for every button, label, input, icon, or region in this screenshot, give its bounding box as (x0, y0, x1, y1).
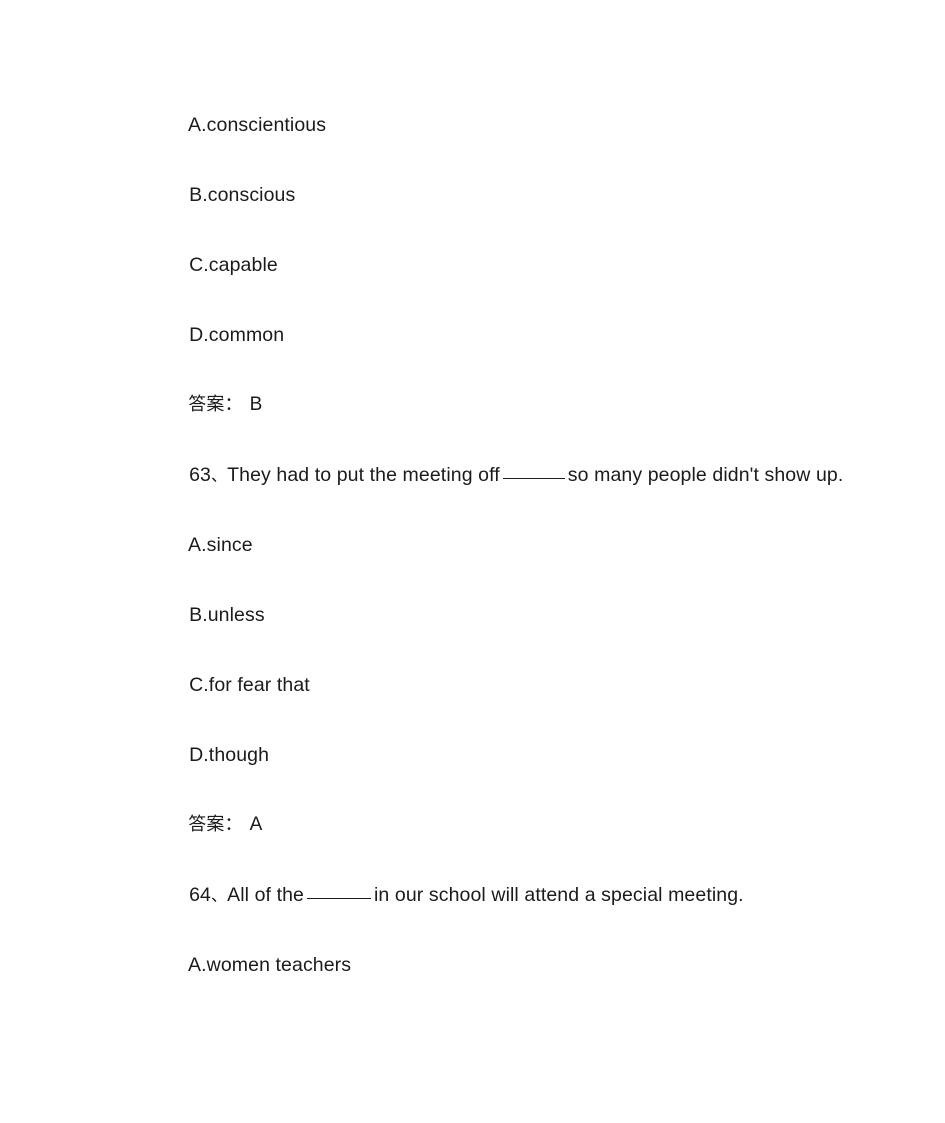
document-body: A.conscientious B.conscious C.capable D.… (156, 96, 885, 975)
answer-q63: 答案： A (156, 796, 885, 834)
document-page: A.conscientious B.conscious C.capable D.… (0, 0, 945, 1123)
option-a-q62-text: A.conscientious (188, 113, 327, 136)
question-63-text-before: They had to put the meeting off (227, 463, 500, 486)
question-63-number: 63 (189, 463, 211, 486)
question-64-text-before: All of the (227, 883, 304, 906)
option-a-q64: A.women teachers (156, 936, 885, 975)
option-b-q63-text: B.unless (189, 603, 265, 626)
option-c-q62-text: C.capable (189, 253, 278, 276)
question-63: 63、They had to put the meeting off so man… (156, 446, 885, 485)
answer-label-q63: 答案： (188, 814, 243, 835)
option-b-q62-text: B.conscious (189, 183, 296, 206)
question-64-number: 64 (189, 883, 211, 906)
answer-value-q62: B (249, 394, 263, 415)
option-a-q62: A.conscientious (156, 96, 885, 135)
question-64-text-after: in our school will attend a special meet… (374, 883, 744, 906)
option-d-q62-text: D.common (189, 323, 285, 346)
option-a-q63: A.since (156, 516, 885, 555)
option-d-q62: D.common (156, 306, 885, 345)
question-64-blank (307, 897, 371, 899)
question-64-mark: 、 (211, 885, 228, 905)
answer-label-q62: 答案： (188, 394, 243, 415)
question-63-blank (502, 477, 565, 479)
option-a-q64-text: A.women teachers (188, 953, 352, 976)
option-b-q62: B.conscious (156, 166, 885, 205)
answer-value-q63: A (249, 814, 263, 835)
question-64: 64、All of the in our school will attend a… (156, 866, 885, 905)
option-c-q63-text: C.for fear that (189, 673, 310, 696)
question-63-mark: 、 (211, 465, 228, 485)
option-c-q63: C.for fear that (156, 656, 885, 695)
answer-q62: 答案： B (156, 376, 885, 414)
option-d-q63: D.though (156, 726, 885, 765)
option-a-q63-text: A.since (188, 533, 253, 556)
option-c-q62: C.capable (156, 236, 885, 275)
option-b-q63: B.unless (156, 586, 885, 625)
option-d-q63-text: D.though (189, 743, 270, 766)
question-63-text-after: so many people didn't show up. (567, 463, 844, 486)
